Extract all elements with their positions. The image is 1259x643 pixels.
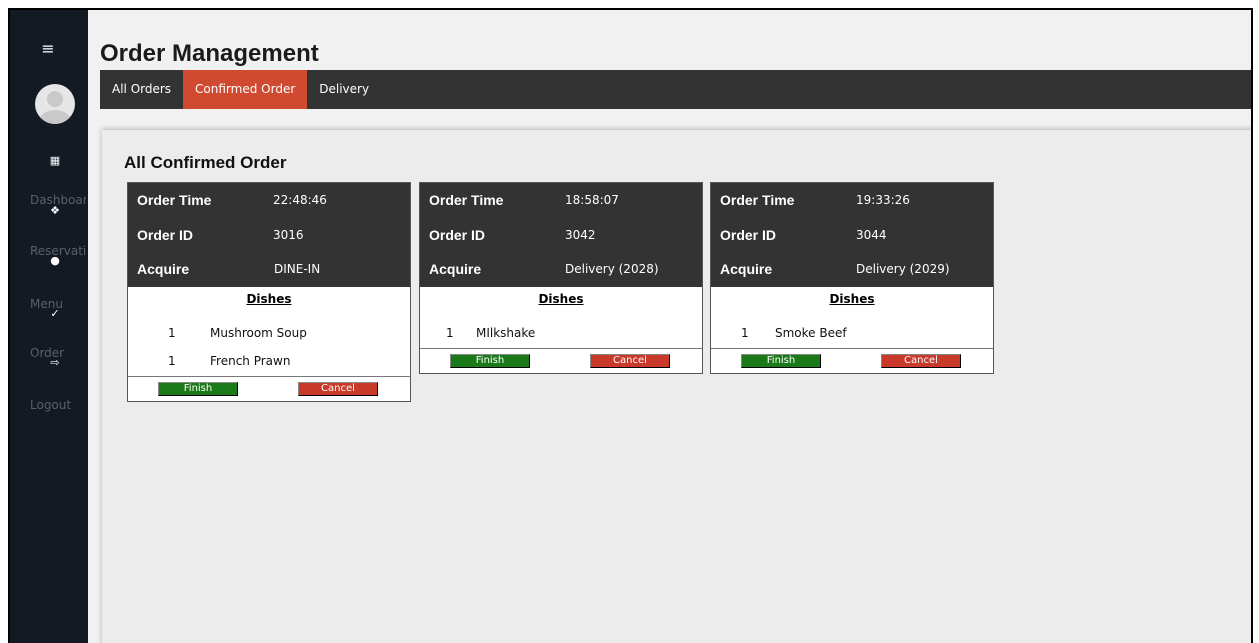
order-time-value: 18:58:07 — [565, 193, 619, 207]
dish-name: Mushroom Soup — [210, 326, 307, 340]
acquire-value: Delivery (2029) — [856, 262, 950, 276]
avatar[interactable] — [35, 84, 75, 124]
order-id-value: 3044 — [856, 228, 887, 242]
page-title: Order Management — [100, 40, 319, 67]
hamburger-icon[interactable]: ≡ — [40, 41, 56, 57]
order-id-value: 3042 — [565, 228, 596, 242]
sidebar: ≡ ▦ Dashboard ❖ Reservation ● Menu ✓ Ord… — [10, 10, 88, 643]
dish-name: MIlkshake — [476, 326, 536, 340]
finish-button[interactable]: Finish — [450, 354, 530, 368]
order-card-header: Order Time 22:48:46 Order ID 3016 Acquir… — [128, 183, 410, 287]
sidebar-item-logout[interactable]: Logout — [30, 398, 86, 412]
cancel-button[interactable]: Cancel — [881, 354, 961, 368]
acquire-label: Acquire — [137, 261, 190, 277]
order-time-value: 19:33:26 — [856, 193, 910, 207]
finish-button[interactable]: Finish — [158, 382, 238, 396]
finish-button[interactable]: Finish — [741, 354, 821, 368]
order-card: Order Time 22:48:46 Order ID 3016 Acquir… — [127, 182, 411, 402]
dish-row: 1 MIlkshake — [420, 320, 702, 348]
order-card-header: Order Time 19:33:26 Order ID 3044 Acquir… — [711, 183, 993, 287]
dish-row: 1 French Prawn — [128, 348, 410, 376]
tab-delivery[interactable]: Delivery — [307, 70, 381, 109]
dish-qty: 1 — [741, 326, 749, 340]
dish-qty: 1 — [168, 354, 176, 368]
order-time-label: Order Time — [429, 192, 504, 208]
acquire-label: Acquire — [429, 261, 482, 277]
order-id-label: Order ID — [429, 227, 486, 243]
dish-row: 1 Smoke Beef — [711, 320, 993, 348]
acquire-value: DINE-IN — [274, 262, 321, 276]
avatar-head — [47, 91, 63, 107]
tab-all-orders[interactable]: All Orders — [100, 70, 183, 109]
avatar-body — [39, 110, 71, 124]
order-time-label: Order Time — [137, 192, 212, 208]
dish-name: Smoke Beef — [775, 326, 847, 340]
dishes-heading: Dishes — [246, 292, 292, 306]
tab-confirmed-order[interactable]: Confirmed Order — [183, 70, 308, 109]
order-time-label: Order Time — [720, 192, 795, 208]
dish-qty: 1 — [168, 326, 176, 340]
chef-hat-icon: ● — [50, 254, 60, 267]
order-card: Order Time 19:33:26 Order ID 3044 Acquir… — [710, 182, 994, 374]
dishes-heading: Dishes — [538, 292, 584, 306]
cancel-button[interactable]: Cancel — [590, 354, 670, 368]
app-frame: ≡ ▦ Dashboard ❖ Reservation ● Menu ✓ Ord… — [8, 8, 1253, 643]
grid-icon[interactable]: ▦ — [47, 153, 63, 169]
check-icon: ✓ — [50, 307, 60, 320]
dishes-heading: Dishes — [829, 292, 875, 306]
order-time-value: 22:48:46 — [273, 193, 327, 207]
dish-row: 1 Mushroom Soup — [128, 320, 410, 348]
order-card: Order Time 18:58:07 Order ID 3042 Acquir… — [419, 182, 703, 374]
acquire-value: Delivery (2028) — [565, 262, 659, 276]
logout-icon: ⇨ — [50, 356, 60, 369]
order-card-actions: Finish Cancel — [128, 376, 410, 401]
order-card-actions: Finish Cancel — [420, 348, 702, 373]
order-card-actions: Finish Cancel — [711, 348, 993, 373]
tab-bar: All Orders Confirmed Order Delivery — [100, 70, 1251, 109]
dish-qty: 1 — [446, 326, 454, 340]
cube-icon: ❖ — [50, 204, 60, 217]
order-card-header: Order Time 18:58:07 Order ID 3042 Acquir… — [420, 183, 702, 287]
dish-name: French Prawn — [210, 354, 291, 368]
acquire-label: Acquire — [720, 261, 773, 277]
order-id-label: Order ID — [720, 227, 777, 243]
section-title: All Confirmed Order — [124, 153, 287, 172]
order-id-value: 3016 — [273, 228, 304, 242]
cancel-button[interactable]: Cancel — [298, 382, 378, 396]
order-id-label: Order ID — [137, 227, 194, 243]
